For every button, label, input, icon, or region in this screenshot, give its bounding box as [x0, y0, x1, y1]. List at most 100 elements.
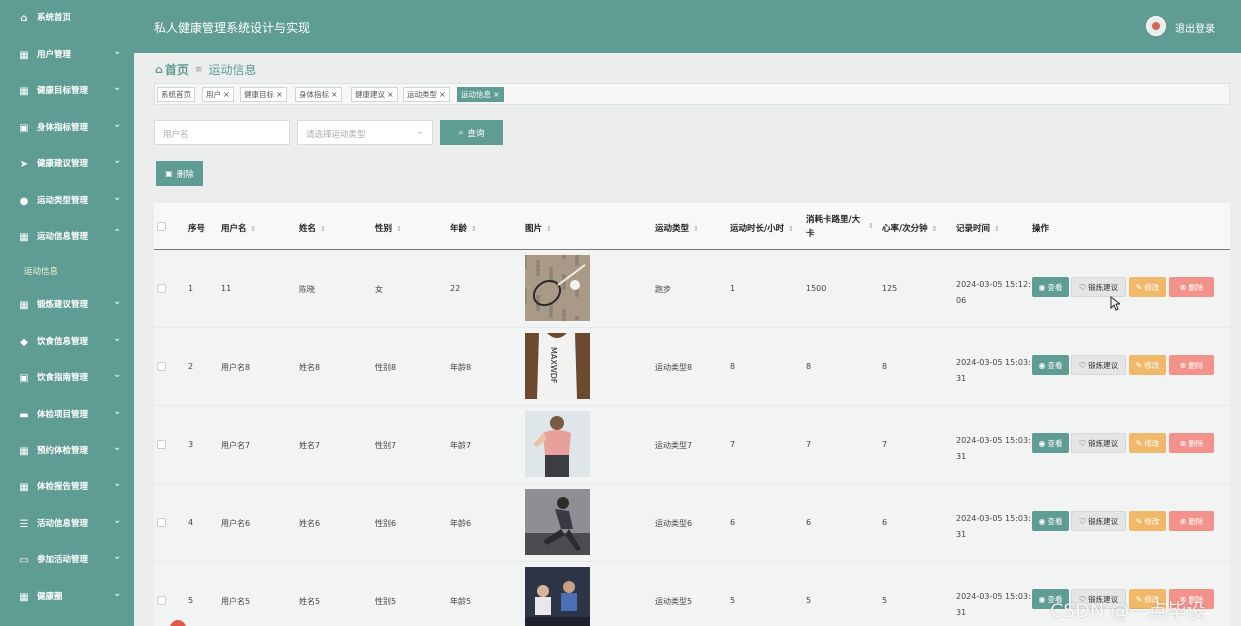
tab-tag[interactable]: 运动类型 ×	[403, 87, 450, 102]
sort-icon[interactable]: ⇕	[868, 222, 874, 230]
main-content: ⌂ 首页 ≡ 运动信息 系统首页 用户 × 健康目标 × 身体指标 × 健康建议 × 运动类型 × 运…	[134, 53, 1241, 626]
exercise-advice-button[interactable]: ♡ 锻炼建议	[1071, 277, 1126, 297]
row-checkbox[interactable]	[157, 596, 166, 605]
sidebar-item[interactable]: ⌂ 系统首页	[0, 3, 134, 33]
row-checkbox[interactable]	[157, 284, 166, 293]
chevron-down-icon: ⌄	[113, 369, 122, 380]
cell-index: 4	[188, 518, 194, 527]
cell-duration: 8	[730, 362, 736, 371]
view-button-label: 查看	[1047, 438, 1063, 448]
tab-tag[interactable]: 身体指标 ×	[295, 87, 342, 102]
sidebar-item[interactable]: ◆ 饮食信息管理 ⌄	[0, 327, 134, 357]
bulk-delete-button[interactable]: ▣ 删除	[156, 161, 203, 186]
close-icon[interactable]: ×	[493, 90, 500, 99]
row-checkbox[interactable]	[157, 362, 166, 371]
sidebar-item[interactable]: ▦ 预约体检管理 ⌄	[0, 436, 134, 466]
sort-icon[interactable]: ⇕	[396, 225, 402, 233]
sort-icon[interactable]: ⇕	[546, 225, 552, 233]
grid-icon: ▦	[19, 49, 29, 61]
exercise-advice-button-label: 锻炼建议	[1088, 282, 1119, 292]
delete-button[interactable]: ⊗ 删除	[1169, 355, 1214, 375]
sidebar-item[interactable]: ▣ 身体指标管理 ⌄	[0, 113, 134, 143]
avatar[interactable]	[1146, 16, 1166, 36]
column-header-username[interactable]: 用户名 ⇕	[221, 222, 256, 234]
cell-gender: 性别6	[375, 519, 397, 528]
close-icon[interactable]: ×	[331, 90, 338, 99]
tab-tag[interactable]: 健康目标 ×	[240, 87, 287, 102]
exercise-type-select[interactable]: 请选择运动类型 ⌄	[297, 120, 433, 145]
tab-tag[interactable]: 用户 ×	[202, 87, 234, 102]
sort-icon[interactable]: ⇕	[471, 225, 477, 233]
column-header-time[interactable]: 记录时间 ⇕	[956, 222, 1000, 234]
sidebar-item[interactable]: ▦ 体检报告管理 ⌄	[0, 472, 134, 502]
edit-button[interactable]: ✎ 修改	[1129, 277, 1166, 297]
sidebar-subitem-exercise-info[interactable]: 运动信息	[0, 260, 134, 282]
view-button[interactable]: ◉ 查看	[1032, 277, 1069, 297]
breadcrumb-home[interactable]: 首页	[165, 61, 189, 78]
view-button[interactable]: ◉ 查看	[1032, 355, 1069, 375]
sort-icon[interactable]: ⇕	[788, 225, 794, 233]
breadcrumb-current: 运动信息	[208, 63, 257, 77]
row-checkbox[interactable]	[157, 440, 166, 449]
edit-button[interactable]: ✎ 修改	[1129, 355, 1166, 375]
sort-icon[interactable]: ⇕	[932, 225, 938, 233]
exercise-advice-button[interactable]: ♡ 锻炼建议	[1071, 433, 1126, 453]
select-all-checkbox[interactable]	[157, 222, 166, 231]
sidebar-item[interactable]: ☰ 活动信息管理 ⌄	[0, 509, 134, 539]
delete-button[interactable]: ⊗ 删除	[1169, 511, 1214, 531]
sidebar-item[interactable]: ▬ 体检项目管理 ⌄	[0, 400, 134, 430]
close-icon[interactable]: ×	[276, 90, 283, 99]
edit-button[interactable]: ✎ 修改	[1129, 433, 1166, 453]
sidebar-item[interactable]: ▦ 健康圈 ⌄	[0, 582, 134, 612]
sort-icon[interactable]: ⇕	[251, 225, 257, 233]
sidebar-item[interactable]: ▦ 锻炼建议管理 ⌄	[0, 290, 134, 320]
sort-icon[interactable]: ⇕	[320, 225, 326, 233]
edit-button[interactable]: ✎ 修改	[1129, 511, 1166, 531]
tab-tag[interactable]: 健康建议 ×	[351, 87, 398, 102]
edit-icon: ✎	[1135, 360, 1143, 370]
exercise-advice-button[interactable]: ♡ 锻炼建议	[1071, 511, 1126, 531]
exercise-advice-button[interactable]: ♡ 锻炼建议	[1071, 355, 1126, 375]
column-header-name[interactable]: 姓名 ⇕	[299, 222, 326, 234]
sidebar-item[interactable]: ● 运动类型管理 ⌄	[0, 186, 134, 216]
sort-icon[interactable]: ⇕	[994, 225, 1000, 233]
row-checkbox[interactable]	[157, 518, 166, 527]
column-header-image[interactable]: 图片 ⇕	[525, 222, 552, 234]
close-icon[interactable]: ×	[439, 90, 446, 99]
grid-icon: ▦	[19, 591, 29, 603]
sidebar-item-label: 饮食指南管理	[37, 373, 89, 383]
sidebar-item-label: 身体指标管理	[37, 123, 89, 133]
chevron-down-icon: ⌄	[113, 119, 122, 130]
table-row: 1 11 陈晓女 22 跑步 1 1500 125 2024-03-05 15:12:06 ◉ 查看…	[154, 250, 1230, 328]
sidebar-item[interactable]: ▦ 用户管理 ⌄	[0, 40, 134, 70]
eye-icon: ◉	[1038, 438, 1046, 448]
close-icon[interactable]: ×	[387, 90, 394, 99]
tab-tag[interactable]: 系统首页	[157, 87, 195, 102]
logout-link[interactable]: 退出登录	[1175, 20, 1215, 35]
column-header-age[interactable]: 年龄 ⇕	[450, 222, 477, 234]
sidebar-item[interactable]: ▦ 运动信息管理 ⌃	[0, 222, 134, 252]
exercise-advice-button-label: 锻炼建议	[1088, 438, 1119, 448]
username-search-input[interactable]: 用户名	[154, 120, 290, 145]
sidebar-item-label: 参加活动管理	[37, 555, 89, 565]
delete-button[interactable]: ⊗ 删除	[1169, 277, 1214, 297]
watermark: CSDN @一点毕设	[1050, 600, 1206, 622]
sidebar-item[interactable]: ▣ 饮食指南管理 ⌄	[0, 363, 134, 393]
view-button[interactable]: ◉ 查看	[1032, 511, 1069, 531]
column-header-duration[interactable]: 运动时长/小时 ⇕	[730, 222, 794, 234]
sidebar-item[interactable]: ▦ 健康目标管理 ⌄	[0, 76, 134, 106]
column-header-gender[interactable]: 性别 ⇕	[375, 222, 402, 234]
sidebar-item[interactable]: ➤ 健康建议管理 ⌄	[0, 149, 134, 179]
column-header-type[interactable]: 运动类型 ⇕	[655, 222, 699, 234]
sidebar-item[interactable]: ▭ 参加活动管理 ⌄	[0, 545, 134, 575]
close-circle-icon: ⊗	[1179, 516, 1187, 526]
view-button[interactable]: ◉ 查看	[1032, 433, 1069, 453]
cell-name: 姓名8	[299, 363, 321, 372]
search-button[interactable]: ⌕ 查询	[440, 120, 503, 145]
delete-button[interactable]: ⊗ 删除	[1169, 433, 1214, 453]
close-icon[interactable]: ×	[223, 90, 230, 99]
column-header-heart-rate[interactable]: 心率/次分钟 ⇕	[882, 222, 937, 234]
tab-tag[interactable]: 运动信息 ×	[457, 87, 504, 102]
column-header-calories[interactable]: 消耗卡路里/大卡	[806, 213, 868, 241]
sort-icon[interactable]: ⇕	[693, 225, 699, 233]
